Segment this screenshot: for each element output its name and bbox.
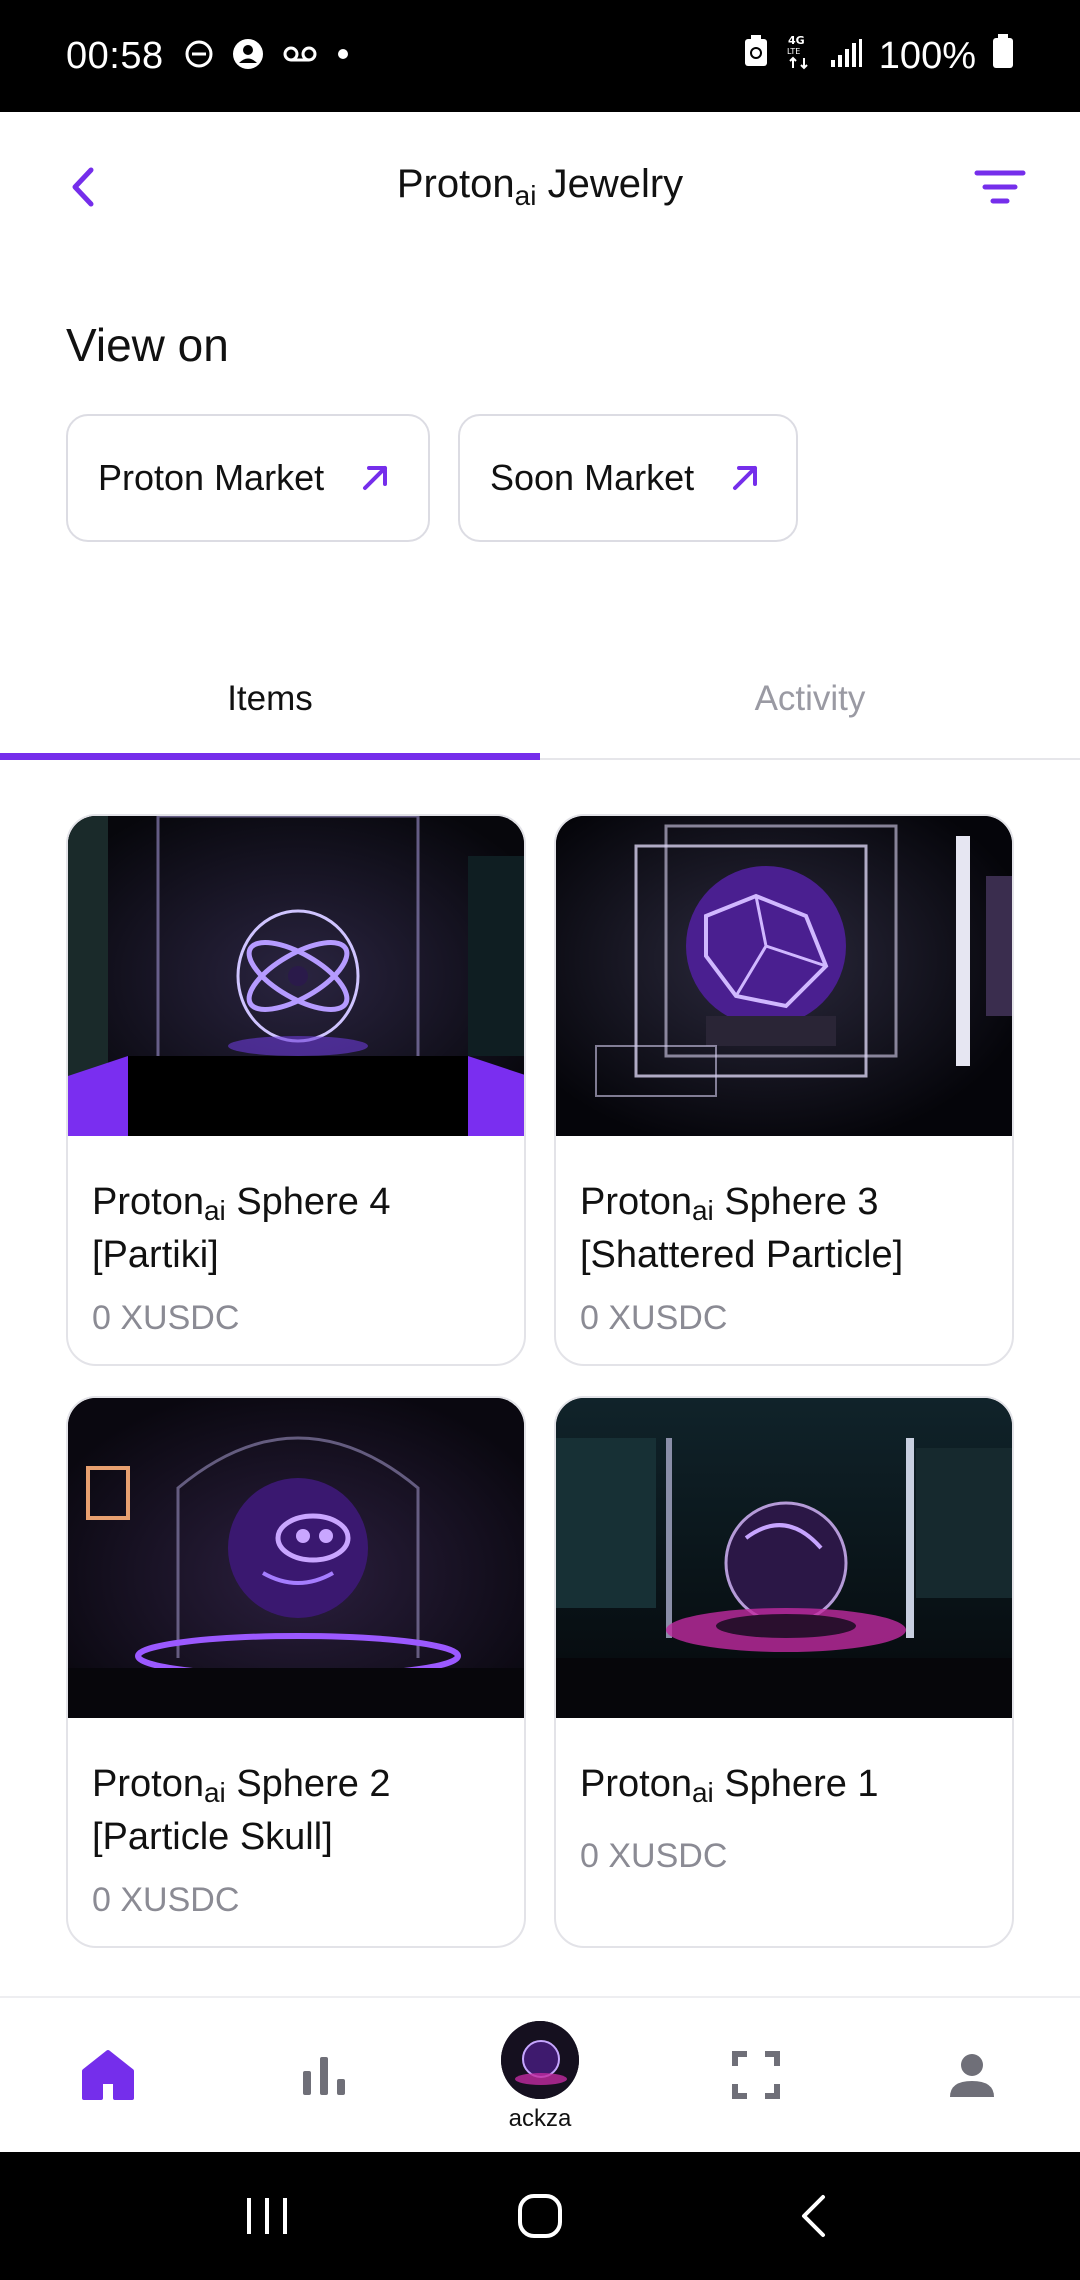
item-price: 0 XUSDC (580, 1837, 728, 1875)
item-image (68, 1398, 524, 1718)
scan-icon (732, 2051, 780, 2099)
arrow-up-right-icon (733, 466, 758, 490)
filter-icon (974, 170, 1026, 204)
nav-account[interactable] (864, 1998, 1080, 2152)
battery-icon (992, 33, 1014, 79)
item-card[interactable]: Protonai Sphere 4 [Partiki] 0 XUSDC (66, 814, 526, 1366)
app-header: Protonai Jewelry (0, 112, 1080, 262)
item-card[interactable]: Protonai Sphere 3 [Shattered Particle] 0… (554, 814, 1014, 1366)
system-nav-bar (0, 2152, 1080, 2280)
home-circle-icon (517, 2194, 562, 2238)
status-bar: 00:58 4G LTE 100% (0, 0, 1080, 112)
nav-home[interactable] (0, 1998, 216, 2152)
svg-text:LTE: LTE (787, 47, 800, 56)
item-price: 0 XUSDC (580, 1299, 728, 1337)
back-arrow-icon (802, 2195, 826, 2237)
home-system-button[interactable] (500, 2176, 580, 2256)
chevron-left-icon (72, 167, 94, 207)
avatar (501, 2021, 579, 2099)
signal-icon (829, 35, 863, 78)
tab-bar: Items Activity (0, 640, 1080, 760)
person-icon (950, 2054, 994, 2097)
battery-percent: 100% (878, 34, 976, 77)
item-title: Protonai Sphere 3 [Shattered Particle] (580, 1181, 904, 1276)
home-icon (82, 2050, 134, 2100)
item-title: Protonai Sphere 1 (580, 1763, 879, 1808)
back-button[interactable] (58, 162, 108, 212)
item-price: 0 XUSDC (92, 1881, 240, 1919)
item-image (556, 816, 1012, 1136)
voicemail-icon (282, 43, 318, 70)
item-card[interactable]: Protonai Sphere 2 [Particle Skull] 0 XUS… (66, 1396, 526, 1948)
avatar-username: ackza (508, 2105, 572, 2132)
soon-market-button[interactable]: Soon Market (458, 414, 798, 542)
item-title: Protonai Sphere 2 [Particle Skull] (92, 1763, 391, 1858)
status-right: 4G LTE 100% (743, 32, 1014, 80)
4g-lte-icon: 4G LTE (785, 32, 813, 80)
account-circle-icon (232, 38, 264, 75)
battery-saver-icon (743, 34, 769, 78)
bottom-nav: ackza (0, 1996, 1080, 2152)
proton-market-label: Proton Market (98, 457, 325, 498)
item-image (68, 816, 524, 1136)
svg-text:4G: 4G (788, 34, 805, 47)
page-title: Protonai Jewelry (396, 162, 684, 211)
tab-items[interactable]: Items (0, 640, 540, 760)
nav-scan[interactable] (648, 1998, 864, 2152)
dot-icon (336, 47, 350, 66)
nav-profile-avatar[interactable]: ackza (432, 1998, 648, 2152)
item-image (556, 1398, 1012, 1718)
nav-stats[interactable] (216, 1998, 432, 2152)
market-links: Proton Market Soon Market (66, 414, 798, 542)
soon-market-label: Soon Market (490, 457, 695, 498)
item-card[interactable]: Protonai Sphere 1 0 XUSDC (554, 1396, 1014, 1948)
view-on-label: View on (66, 319, 229, 371)
tab-activity[interactable]: Activity (540, 640, 1080, 758)
recents-button[interactable] (227, 2176, 307, 2256)
filter-button[interactable] (972, 162, 1028, 212)
items-grid: Protonai Sphere 4 [Partiki] 0 XUSDC Prot… (66, 814, 1014, 1948)
recents-icon (246, 2198, 287, 2234)
item-title: Protonai Sphere 4 [Partiki] (92, 1181, 391, 1276)
bar-chart-icon (303, 2057, 345, 2095)
item-price: 0 XUSDC (92, 1299, 240, 1337)
status-time: 00:58 (66, 34, 164, 77)
system-back-button[interactable] (773, 2176, 853, 2256)
proton-market-button[interactable]: Proton Market (66, 414, 430, 542)
dnd-icon (184, 39, 214, 74)
arrow-up-right-icon (363, 466, 388, 490)
status-left-icons (184, 38, 350, 75)
